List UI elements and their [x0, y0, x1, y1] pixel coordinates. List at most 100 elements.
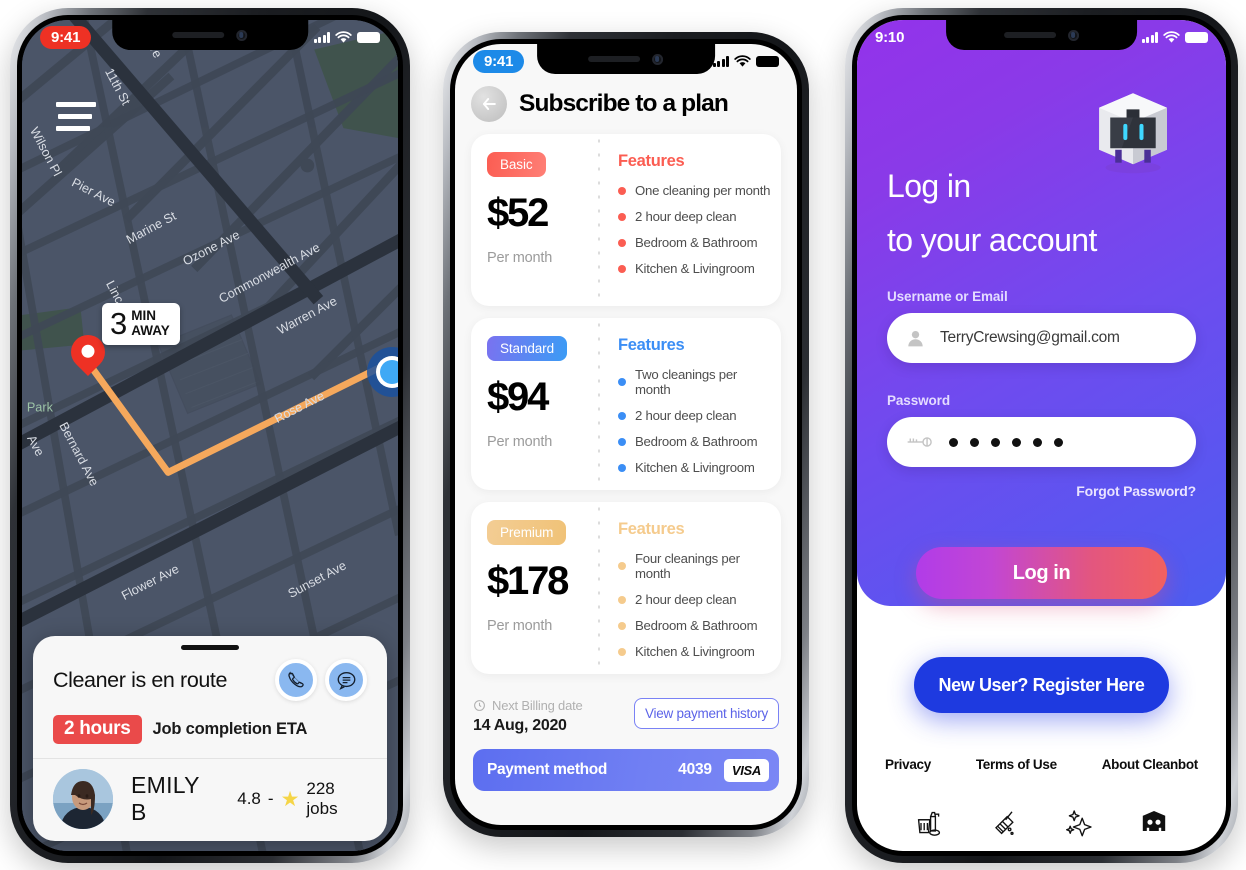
card-upper: Cleaner is en route 2 hours Job completi… [33, 657, 387, 758]
rating-value: 4.8 [237, 789, 261, 808]
avatar [53, 769, 113, 829]
cleaner-name: EMILY B [131, 772, 200, 825]
password-dot [970, 437, 979, 447]
broom-icon[interactable] [988, 807, 1020, 839]
signal-bars-icon [313, 31, 330, 43]
password-dot [1012, 437, 1021, 447]
plan-card-premium[interactable]: Premium $178 Per month Features Four cle… [471, 502, 781, 674]
menu-line [56, 126, 90, 131]
plan-card-standard[interactable]: Standard $94 Per month Features Two clea… [471, 318, 781, 490]
plan-tag: Standard [487, 336, 567, 361]
password-label: Password [887, 393, 950, 408]
forgot-password-link[interactable]: Forgot Password? [887, 483, 1196, 499]
email-field[interactable]: TerryCrewsing@gmail.com [887, 313, 1196, 363]
card-title: Cleaner is en route [53, 667, 228, 692]
feature-text: Kitchen & Livingroom [635, 644, 755, 659]
status-time: 9:41 [40, 25, 92, 49]
list-item: One cleaning per month [618, 183, 771, 198]
list-item: Kitchen & Livingroom [618, 644, 771, 659]
password-dot [1054, 437, 1063, 447]
phone-2-status-bar: 9:41 [455, 44, 797, 78]
feature-text: 2 hour deep clean [635, 209, 737, 224]
status-time: 9:41 [473, 49, 525, 73]
payment-method-label: Payment method [487, 761, 607, 778]
bullet-icon [618, 621, 626, 630]
jobs-count: 228 jobs [306, 779, 338, 818]
eta-unit: MIN AWAY [131, 308, 170, 338]
billing-row: Next Billing date 14 Aug, 2020 View paym… [473, 698, 779, 735]
cleaning-supplies-icon[interactable] [913, 807, 945, 839]
payment-method-detail: 4039 VISA [678, 758, 769, 782]
clock-icon [474, 700, 485, 711]
three-phone-mockup: 11th St Ave Wilson Pl Pier Ave Marine St… [0, 0, 1246, 870]
eta-unit-away: AWAY [131, 322, 170, 338]
plans-list: Basic $52 Per month Features One cleanin… [455, 132, 797, 674]
eta-map-badge: 3 MIN AWAY [102, 303, 180, 345]
list-item: Two cleanings per month [618, 367, 771, 397]
billing-date: 14 Aug, 2020 [473, 717, 567, 734]
bullet-icon [618, 647, 626, 656]
chat-bubble-icon[interactable] [325, 659, 367, 701]
email-value: TerryCrewsing@gmail.com [940, 329, 1120, 346]
cleaner-profile-row[interactable]: EMILY B 4.8 - ★ 228 jobs [33, 758, 387, 841]
phone-call-icon[interactable] [275, 659, 317, 701]
phone-1-status-bar: 9:41 [22, 20, 398, 54]
feature-text: Kitchen & Livingroom [635, 261, 755, 276]
dotted-divider [598, 134, 600, 306]
list-item: 2 hour deep clean [618, 408, 771, 423]
drag-handle[interactable] [181, 645, 239, 650]
back-arrow-icon[interactable] [471, 86, 507, 122]
plan-pricing: Standard $94 Per month [471, 318, 598, 490]
features-heading: Features [618, 520, 685, 538]
battery-icon [357, 31, 380, 43]
view-payment-history-button[interactable]: View payment history [633, 698, 779, 729]
phone-1-screen: 11th St Ave Wilson Pl Pier Ave Marine St… [22, 20, 398, 851]
features-heading: Features [618, 336, 685, 354]
hamburger-menu-icon[interactable] [56, 102, 96, 138]
bullet-icon [618, 595, 626, 604]
phone-1-bezel: 11th St Ave Wilson Pl Pier Ave Marine St… [17, 15, 403, 856]
about-cleanbot-link[interactable]: About Cleanbot [1102, 757, 1199, 772]
battery-icon [1185, 31, 1208, 43]
phone-2-subscription: 9:41 Subscribe to a plan Basic $52 Per m… [443, 32, 809, 837]
robot-icon[interactable] [1138, 807, 1170, 839]
feature-text: Bedroom & Bathroom [635, 235, 758, 250]
privacy-link[interactable]: Privacy [885, 757, 931, 772]
status-badge: 2 hours [53, 715, 142, 744]
wifi-icon [335, 30, 352, 43]
bullet-icon [618, 463, 626, 472]
card-actions [275, 659, 367, 701]
feature-text: One cleaning per month [635, 183, 771, 198]
page-title: Subscribe to a plan [519, 90, 729, 117]
features-heading: Features [618, 152, 685, 170]
bullet-icon [618, 264, 626, 273]
billing-label-row: Next Billing date [473, 698, 583, 713]
plan-price: $178 [487, 559, 569, 603]
plan-card-basic[interactable]: Basic $52 Per month Features One cleanin… [471, 134, 781, 306]
billing-section: Next Billing date 14 Aug, 2020 View paym… [455, 686, 797, 735]
password-field[interactable] [887, 417, 1196, 467]
payment-method-bar[interactable]: Payment method 4039 VISA [473, 749, 779, 791]
login-heading-line1: Log in [887, 168, 971, 204]
login-button[interactable]: Log in [916, 547, 1167, 599]
battery-icon [756, 55, 779, 67]
plan-tag: Premium [487, 520, 567, 545]
feature-text: 2 hour deep clean [635, 408, 737, 423]
register-button[interactable]: New User? Register Here [914, 657, 1169, 713]
feature-text: Four cleanings per month [635, 551, 740, 581]
phone-2-screen: 9:41 Subscribe to a plan Basic $52 Per m… [455, 44, 797, 825]
feature-text: Bedroom & Bathroom [635, 434, 758, 449]
billing-label: Next Billing date [492, 698, 583, 713]
feature-items: Four cleanings per month 2 hour deep cle… [618, 551, 771, 659]
status-indicators [1141, 30, 1208, 44]
list-item: Kitchen & Livingroom [618, 460, 771, 475]
bullet-icon [618, 212, 626, 221]
feature-text: 2 hour deep clean [635, 592, 737, 607]
plan-features: Features One cleaning per month 2 hour d… [618, 134, 781, 306]
destination-pin-icon[interactable] [63, 327, 113, 377]
sparkles-icon[interactable] [1063, 807, 1095, 839]
password-dots [949, 437, 1063, 447]
dotted-divider [598, 502, 600, 674]
plan-price: $94 [487, 375, 549, 419]
terms-of-use-link[interactable]: Terms of Use [976, 757, 1057, 772]
